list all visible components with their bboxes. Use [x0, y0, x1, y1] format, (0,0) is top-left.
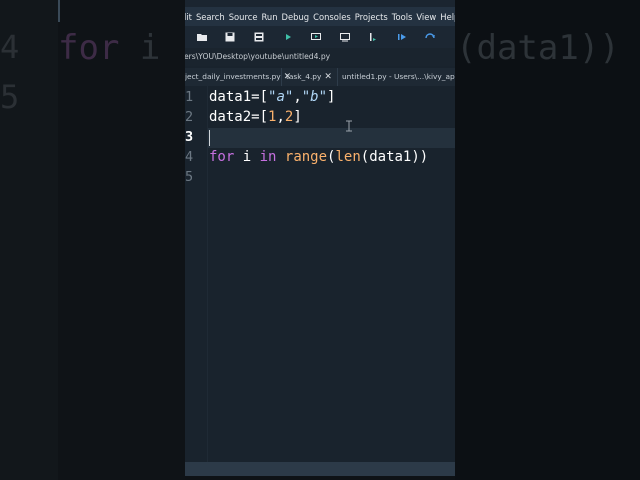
line-number-current: 3: [185, 129, 194, 145]
background-code-line-4-tail: (data1)): [456, 28, 620, 68]
background-var: i: [119, 28, 181, 68]
keyword: for: [209, 149, 235, 165]
run-selection-icon[interactable]: [340, 32, 350, 42]
code-token: ,: [293, 89, 302, 105]
toolbar: [185, 26, 455, 48]
string-literal: "a": [268, 89, 294, 105]
background-right-panel: [455, 0, 640, 480]
line-number: 5: [185, 169, 194, 185]
debug-run-icon[interactable]: [397, 32, 407, 42]
line-number: 1: [185, 89, 194, 105]
file-path-bar: ers\YOU\Desktop\youtube\untitled4.py: [185, 48, 455, 66]
code-token: data1: [209, 89, 252, 105]
builtin-function: len: [335, 149, 361, 165]
mouse-ibeam-cursor-icon: [345, 120, 353, 132]
debug-continue-icon[interactable]: [425, 32, 435, 42]
background-line-number-4: 4: [0, 28, 20, 66]
menu-source[interactable]: Source: [229, 12, 258, 22]
tab-untitled1[interactable]: untitled1.py - Users\...\kivy_app*✕: [338, 68, 455, 86]
code-line-2: data2=[1,2]: [209, 109, 302, 125]
code-token: ]: [327, 89, 336, 105]
background-code-line-4: for i: [58, 28, 181, 68]
tab-task-4[interactable]: task_4.py ✕: [282, 68, 338, 86]
menu-help[interactable]: Help: [440, 12, 455, 22]
code-line-1: data1=["a","b"]: [209, 89, 335, 105]
tab-daily-investments[interactable]: ject_daily_investments.py ✕: [185, 68, 291, 86]
close-icon[interactable]: ✕: [324, 68, 332, 86]
title-strip: [185, 0, 455, 7]
builtin-function: range: [284, 149, 328, 165]
save-all-icon[interactable]: [254, 32, 264, 42]
background-line-bar: [58, 0, 60, 22]
code-line-4: for i in range(len(data1)): [209, 149, 428, 165]
run-cell-icon[interactable]: [311, 32, 321, 42]
code-editor[interactable]: 1 2 3 4 5 data1=["a","b"] data2=[1,2] fo…: [185, 86, 455, 462]
debug-step-icon[interactable]: [368, 32, 378, 42]
menu-consoles[interactable]: Consoles: [313, 12, 351, 22]
menu-view[interactable]: View: [416, 12, 436, 22]
tab-label: task_4.py: [286, 72, 322, 81]
window-bottom-edge: [185, 476, 455, 480]
line-number: 4: [185, 149, 194, 165]
code-token: ]: [293, 109, 302, 125]
menu-projects[interactable]: Projects: [355, 12, 388, 22]
background-keyword: for: [58, 28, 120, 68]
ide-window: lit Search Source Run Debug Consoles Pro…: [185, 0, 455, 480]
open-folder-icon[interactable]: [197, 32, 207, 42]
menu-run[interactable]: Run: [261, 12, 277, 22]
code-token: (data1)): [360, 149, 429, 165]
background-line-number-5: 5: [0, 78, 20, 116]
current-line-highlight: [208, 128, 455, 148]
menu-debug[interactable]: Debug: [282, 12, 310, 22]
code-token: ,: [276, 109, 285, 125]
run-icon[interactable]: [283, 32, 293, 42]
code-token: data2: [209, 109, 252, 125]
tab-label: untitled1.py - Users\...\kivy_app*: [342, 72, 455, 81]
save-icon[interactable]: [225, 32, 235, 42]
menubar: lit Search Source Run Debug Consoles Pro…: [185, 7, 455, 26]
menu-edit[interactable]: lit: [185, 12, 192, 22]
keyword: in: [259, 149, 277, 165]
code-token: i: [234, 149, 260, 165]
editor-tabbar: ject_daily_investments.py ✕ task_4.py ✕ un…: [185, 68, 455, 86]
string-literal: "b": [301, 89, 328, 105]
menu-tools[interactable]: Tools: [392, 12, 413, 22]
menu-search[interactable]: Search: [196, 12, 225, 22]
code-token: =[: [251, 109, 269, 125]
background-gutter: [0, 0, 58, 480]
tab-label: ject_daily_investments.py: [185, 72, 281, 81]
line-number: 2: [185, 109, 194, 125]
code-token: =[: [251, 89, 269, 105]
text-caret: [209, 130, 210, 146]
